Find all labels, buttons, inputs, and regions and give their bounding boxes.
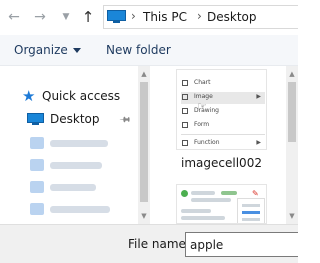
- breadcrumb-desktop[interactable]: Desktop: [207, 10, 257, 24]
- navigation-bar: ← → ▼ ↑ › This PC › Desktop: [0, 0, 298, 35]
- new-folder-button[interactable]: New folder: [106, 43, 171, 57]
- folder-icon: [30, 203, 44, 215]
- folder-icon: [30, 181, 44, 193]
- file-thumbnail-imagecell002[interactable]: Chart Image ▶ Drawing Form Function ▶ ☞: [176, 69, 267, 150]
- function-icon: [182, 140, 188, 146]
- sidebar-item-blurred[interactable]: [0, 132, 136, 154]
- submenu-arrow-icon: ▶: [256, 93, 261, 100]
- sidebar-item-label: Desktop: [50, 112, 100, 126]
- organize-label: Organize: [14, 43, 68, 57]
- preview-menu-divider: [181, 134, 265, 135]
- caret-down-icon: [72, 48, 81, 53]
- file-list-scrollbar[interactable]: ▲ ▼: [286, 66, 298, 224]
- preview-menu-label: Function: [194, 139, 220, 146]
- scrollbar-thumb[interactable]: [140, 82, 148, 202]
- arrow-up-icon[interactable]: ↑: [80, 7, 96, 27]
- chart-icon: [182, 80, 188, 86]
- arrow-left-icon[interactable]: ←: [6, 7, 22, 27]
- folder-icon: [30, 159, 44, 171]
- submenu-arrow-icon: ▶: [256, 139, 261, 146]
- preview-menu-label: Form: [194, 121, 210, 128]
- scroll-up-icon[interactable]: ▲: [138, 68, 150, 80]
- folder-icon: [30, 137, 44, 149]
- desktop-icon: [27, 113, 44, 126]
- navigation-pane-scrollbar[interactable]: ▲ ▼: [138, 66, 150, 224]
- sidebar-item-quick-access[interactable]: ★ Quick access: [0, 86, 136, 108]
- preview-popup: [237, 198, 265, 223]
- preview-menu-item: Chart: [181, 78, 265, 90]
- file-name-bar: File name:: [0, 224, 298, 263]
- file-name-label[interactable]: imagecell002: [176, 156, 267, 170]
- preview-menu-item: Image ▶: [181, 92, 265, 104]
- arrow-right-icon[interactable]: →: [32, 7, 48, 27]
- pin-icon[interactable]: 🖈: [115, 111, 134, 130]
- breadcrumb-separator-icon[interactable]: ›: [197, 9, 202, 23]
- image-icon: [182, 94, 188, 100]
- chevron-down-icon[interactable]: ▼: [58, 7, 74, 27]
- scrollbar-thumb[interactable]: [288, 82, 296, 142]
- preview-menu-label: Chart: [194, 79, 211, 86]
- preview-menu-item: Drawing: [181, 106, 265, 118]
- scroll-down-icon[interactable]: ▼: [286, 210, 298, 222]
- file-name-field-label: File name:: [128, 237, 190, 251]
- preview-menu-item: Form: [181, 120, 265, 132]
- address-bar[interactable]: › This PC › Desktop: [103, 5, 298, 29]
- pencil-icon: ✎: [252, 189, 259, 198]
- organize-button[interactable]: Organize: [14, 43, 81, 57]
- file-name-input[interactable]: [185, 232, 298, 257]
- navigation-pane: ★ Quick access Desktop 🖈: [0, 66, 150, 224]
- avatar-icon: [181, 190, 188, 197]
- sidebar-item-desktop[interactable]: Desktop 🖈: [0, 108, 136, 130]
- breadcrumb-separator-icon[interactable]: ›: [131, 9, 136, 23]
- scroll-down-icon[interactable]: ▼: [138, 210, 150, 222]
- cursor-hand-icon: ☞: [197, 100, 207, 113]
- sidebar-item-blurred[interactable]: [0, 154, 136, 176]
- form-icon: [182, 122, 188, 128]
- drawing-icon: [182, 108, 188, 114]
- preview-menu-item: Function ▶: [181, 138, 265, 149]
- star-icon: ★: [22, 87, 36, 105]
- file-thumbnail-2[interactable]: ✎: [176, 184, 267, 224]
- sidebar-item-blurred[interactable]: [0, 176, 136, 198]
- command-bar: Organize New folder: [0, 35, 298, 66]
- sidebar-item-blurred[interactable]: [0, 198, 136, 220]
- scroll-up-icon[interactable]: ▲: [286, 68, 298, 80]
- sidebar-item-label: Quick access: [42, 89, 121, 103]
- breadcrumb-this-pc[interactable]: This PC: [143, 10, 187, 24]
- this-pc-icon: [107, 10, 126, 24]
